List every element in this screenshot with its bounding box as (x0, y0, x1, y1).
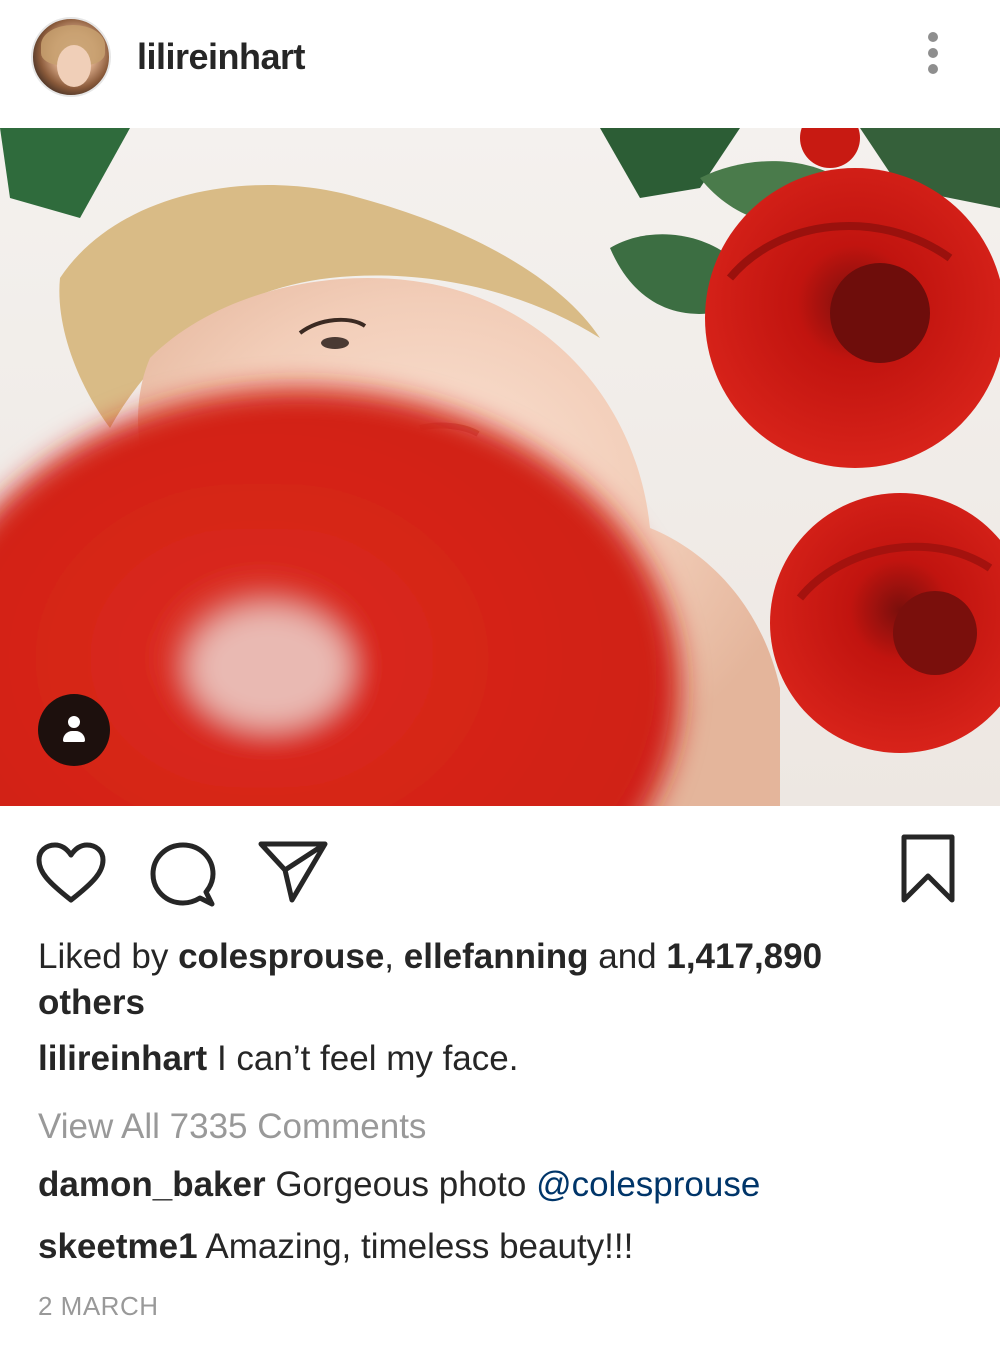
post-caption: lilireinhart I can’t feel my face. (38, 1036, 958, 1082)
post-date: 2 MARCH (38, 1291, 159, 1321)
person-tag-icon (68, 716, 80, 728)
post-header: lilireinhart (0, 0, 1000, 128)
liker-username[interactable]: ellefanning (404, 937, 589, 976)
comment-icon[interactable] (150, 842, 216, 908)
action-bar (0, 806, 1000, 922)
avatar-face (57, 45, 91, 87)
caption-text: I can’t feel my face. (207, 1039, 519, 1078)
comment-username[interactable]: skeetme1 (38, 1227, 198, 1266)
likes-connector: and (588, 937, 667, 976)
comment-username[interactable]: damon_baker (38, 1165, 266, 1204)
post-username[interactable]: lilireinhart (137, 36, 306, 78)
bookmark-icon[interactable] (900, 834, 956, 904)
likes-separator: , (384, 937, 404, 976)
caption-username[interactable]: lilireinhart (38, 1039, 207, 1078)
share-icon[interactable] (258, 840, 328, 904)
post-photo[interactable] (0, 128, 1000, 806)
likes-summary[interactable]: Liked by colesprouse, ellefanning and 1,… (38, 934, 938, 1026)
photo-artwork (0, 128, 1000, 806)
likes-count[interactable]: 1,417,890 (666, 937, 822, 976)
liker-username[interactable]: colesprouse (178, 937, 384, 976)
heart-icon[interactable] (36, 842, 106, 904)
likes-prefix: Liked by (38, 937, 179, 976)
comment-item: skeetme1 Amazing, timeless beauty!!! (38, 1224, 978, 1270)
more-options-icon[interactable] (918, 32, 948, 82)
comment-item: damon_baker Gorgeous photo @colesprouse (38, 1162, 978, 1208)
likes-others[interactable]: others (38, 983, 145, 1022)
comment-mention[interactable]: @colesprouse (536, 1165, 760, 1204)
comment-text: Amazing, timeless beauty!!! (197, 1227, 634, 1266)
view-all-comments-link[interactable]: View All 7335 Comments (38, 1104, 426, 1150)
tagged-people-button[interactable] (38, 694, 110, 766)
profile-avatar[interactable] (31, 17, 111, 97)
comment-text: Gorgeous photo (265, 1165, 537, 1204)
